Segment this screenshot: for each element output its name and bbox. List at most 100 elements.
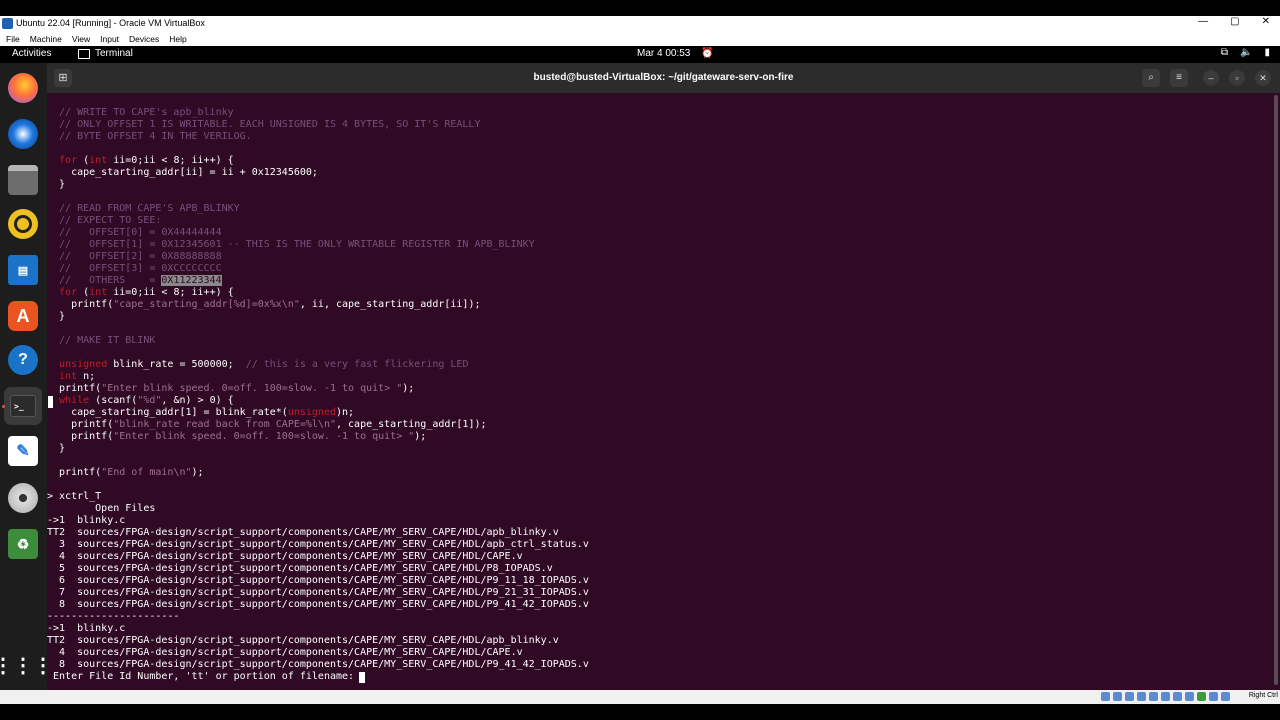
ubuntu-topbar: Activities Terminal Mar 4 00:53 ⏰ ⧉ 🔈 ▮: [0, 46, 1280, 63]
maximize-icon[interactable]: ▫: [1229, 70, 1245, 86]
audio-icon[interactable]: [1125, 692, 1134, 701]
code-line: printf("Enter blink speed. 0=off. 100=sl…: [47, 431, 427, 442]
code-line: printf("cape_starting_addr[%d]=0x%x\n", …: [47, 299, 481, 310]
activities-button[interactable]: Activities: [12, 48, 51, 59]
terminal-headerbar: ⊞ busted@busted-VirtualBox: ~/git/gatewa…: [47, 63, 1280, 93]
code-line: printf("blink_rate read back from CAPE=%…: [47, 419, 487, 430]
host-key-label: Right Ctrl: [1248, 692, 1278, 699]
search-highlight: 0X11223344: [161, 275, 222, 286]
file-list-item: 6 sources/FPGA-design/script_support/com…: [47, 575, 589, 586]
menu-help[interactable]: Help: [169, 34, 186, 44]
code-line: cape_starting_addr[1] = blink_rate*(unsi…: [47, 407, 355, 418]
code-line: // OTHERS = 0X11223344: [47, 275, 222, 286]
menu-machine[interactable]: Machine: [30, 34, 62, 44]
shared-folders-icon[interactable]: [1161, 692, 1170, 701]
file-list-item: 4 sources/FPGA-design/script_support/com…: [47, 551, 523, 562]
code-line: // WRITE TO CAPE's apb_blinky: [47, 107, 234, 118]
filtered-file-item: TT2 sources/FPGA-design/script_support/c…: [47, 635, 559, 646]
text-cursor: [359, 672, 365, 683]
terminal-scrollbar[interactable]: [1274, 95, 1278, 685]
command-line: > xctrl_T: [47, 491, 102, 502]
help-icon[interactable]: ?: [8, 345, 38, 375]
trash-icon[interactable]: ♻: [8, 529, 38, 559]
recording-icon[interactable]: [1185, 692, 1194, 701]
filtered-file-item: 4 sources/FPGA-design/script_support/com…: [47, 647, 523, 658]
terminal-icon[interactable]: >_: [4, 387, 42, 425]
code-line: }: [47, 179, 66, 190]
code-line: // OFFSET[0] = 0X44444444: [47, 227, 222, 238]
code-line: // ONLY OFFSET 1 IS WRITABLE. EACH UNSIG…: [47, 119, 481, 130]
files-icon[interactable]: [8, 165, 38, 195]
menu-input[interactable]: Input: [100, 34, 119, 44]
code-line: // READ FROM CAPE'S APB_BLINKY: [47, 203, 240, 214]
mouse-integration-icon[interactable]: [1209, 692, 1218, 701]
cursor-marker: [48, 396, 53, 408]
app-menu[interactable]: Terminal: [78, 48, 133, 59]
hamburger-menu-icon[interactable]: ≡: [1170, 69, 1188, 87]
filtered-file-item: 8 sources/FPGA-design/script_support/com…: [47, 659, 589, 670]
file-list-item: TT2 sources/FPGA-design/script_support/c…: [47, 527, 559, 538]
clock[interactable]: Mar 4 00:53 ⏰: [637, 48, 714, 59]
menu-file[interactable]: File: [6, 34, 20, 44]
code-line: }: [47, 311, 66, 322]
network-icon[interactable]: ⧉: [1221, 47, 1228, 58]
code-line: while (scanf("%d", &n) > 0) {: [59, 395, 234, 406]
filtered-file-item: ->1 blinky.c: [47, 623, 126, 634]
hdd-icon[interactable]: [1101, 692, 1110, 701]
firefox-icon[interactable]: [8, 73, 38, 103]
maximize-button[interactable]: ▢: [1230, 16, 1239, 27]
terminal-text: // WRITE TO CAPE's apb_blinky // ONLY OF…: [47, 107, 1272, 697]
terminal-title: busted@busted-VirtualBox: ~/git/gateware…: [533, 72, 794, 83]
code-line: // BYTE OFFSET 4 IN THE VERILOG.: [47, 131, 252, 142]
cpu-icon[interactable]: [1197, 692, 1206, 701]
text-editor-icon[interactable]: ✎: [8, 436, 38, 466]
code-line: printf("End of main\n");: [47, 467, 204, 478]
code-line: cape_starting_addr[ii] = ii + 0x12345600…: [47, 167, 318, 178]
network-status-icon[interactable]: [1137, 692, 1146, 701]
menu-view[interactable]: View: [72, 34, 90, 44]
file-list-item: 7 sources/FPGA-design/script_support/com…: [47, 587, 589, 598]
clock-label: Mar 4 00:53: [637, 48, 691, 59]
code-line: }: [47, 443, 66, 454]
code-line: // MAKE IT BLINK: [47, 335, 156, 346]
vbox-titlebar: Ubuntu 22.04 [Running] - Oracle VM Virtu…: [0, 16, 1280, 32]
battery-icon[interactable]: ▮: [1264, 47, 1270, 58]
code-line: // OFFSET[2] = 0X88888888: [47, 251, 222, 262]
file-list-item: ->1 blinky.c: [47, 515, 126, 526]
code-line: // EXPECT TO SEE:: [47, 215, 162, 226]
notification-alarm-icon: ⏰: [701, 48, 714, 59]
window-title: Ubuntu 22.04 [Running] - Oracle VM Virtu…: [16, 18, 205, 28]
app-menu-label: Terminal: [95, 48, 133, 59]
code-line: // OFFSET[3] = 0XCCCCCCCC: [47, 263, 222, 274]
separator: ----------------------: [47, 611, 180, 622]
volume-icon[interactable]: 🔈: [1240, 47, 1252, 58]
file-prompt: Enter File Id Number, 'tt' or portion of…: [47, 671, 361, 682]
menu-devices[interactable]: Devices: [129, 34, 159, 44]
app-center-icon[interactable]: A: [8, 301, 38, 331]
keyboard-icon[interactable]: [1221, 692, 1230, 701]
close-icon[interactable]: ✕: [1255, 70, 1271, 86]
file-list-item: 5 sources/FPGA-design/script_support/com…: [47, 563, 553, 574]
minimize-icon[interactable]: –: [1203, 70, 1219, 86]
terminal-body[interactable]: // WRITE TO CAPE's apb_blinky // ONLY OF…: [47, 93, 1280, 690]
writer-icon[interactable]: ▤: [8, 255, 38, 285]
close-button[interactable]: ✕: [1262, 16, 1270, 27]
show-apps-icon[interactable]: ⋮⋮⋮: [0, 650, 53, 680]
vbox-menubar: File Machine View Input Devices Help: [0, 32, 1280, 46]
code-line: int n;: [59, 371, 96, 382]
code-line: for (int ii=0;ii < 8; ii++) {: [59, 287, 234, 298]
minimize-button[interactable]: —: [1198, 16, 1208, 27]
optical-drive-icon[interactable]: [1113, 692, 1122, 701]
rhythmbox-icon[interactable]: [8, 209, 38, 239]
search-icon[interactable]: ⌕: [1142, 69, 1160, 87]
code-line: // OFFSET[1] = 0X12345601 -- THIS IS THE…: [47, 239, 535, 250]
vbox-statusbar: Right Ctrl: [0, 690, 1280, 704]
dock: ▤ A ? >_ ✎ ♻ ⋮⋮⋮: [0, 63, 53, 690]
thunderbird-icon[interactable]: [8, 119, 38, 149]
usb-icon[interactable]: [1149, 692, 1158, 701]
disc-icon[interactable]: [8, 483, 38, 513]
file-list-item: 8 sources/FPGA-design/script_support/com…: [47, 599, 589, 610]
open-files-header: Open Files: [47, 503, 156, 514]
code-line: for (int ii=0;ii < 8; ii++) {: [59, 155, 234, 166]
display-icon[interactable]: [1173, 692, 1182, 701]
